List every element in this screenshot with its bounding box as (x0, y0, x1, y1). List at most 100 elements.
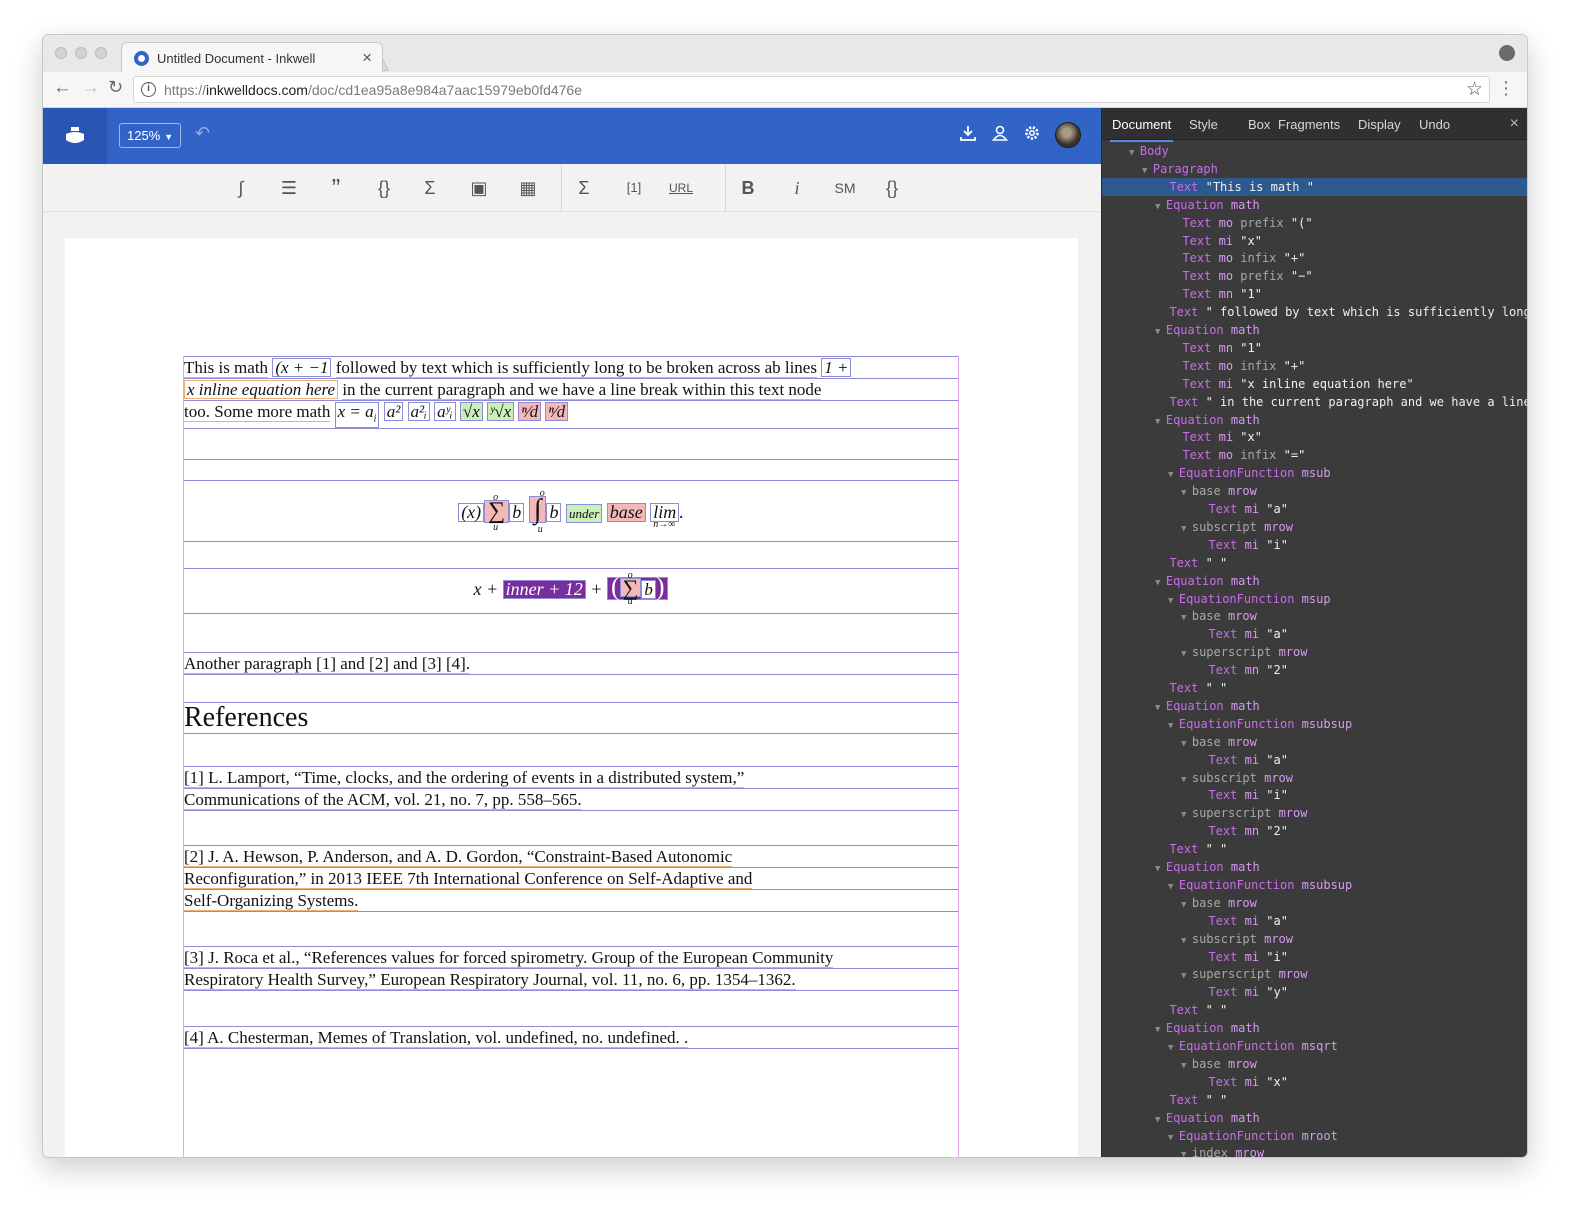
italic-tool-button[interactable]: i (787, 176, 807, 200)
inline-equation[interactable]: ʸ√x (487, 402, 515, 421)
quote-tool-button[interactable]: ” (325, 175, 347, 201)
expand-arrow-icon[interactable]: ▼ (1181, 1150, 1192, 1157)
text-run[interactable]: in the current paragraph and we have a l… (342, 380, 822, 400)
tree-row[interactable]: ▼ Equation math (1102, 196, 1527, 214)
tree-row[interactable]: ▼ base mrow (1102, 894, 1527, 912)
inline-equation[interactable]: aʸᵢ (434, 402, 456, 421)
expand-arrow-icon[interactable]: ▼ (1181, 1061, 1192, 1071)
paragraph-line[interactable]: too. Some more math x = ai a² a²ᵢ aʸᵢ √x… (184, 400, 958, 430)
expand-arrow-icon[interactable]: ▼ (1155, 703, 1166, 713)
inline-equation[interactable]: √x (459, 402, 483, 421)
tree-row[interactable]: ▼ subscript mrow (1102, 769, 1527, 787)
tree-row[interactable]: Text mi "i" (1102, 786, 1527, 804)
text-run[interactable]: Another paragraph [1] and [2] and [3] [4… (184, 654, 471, 674)
expand-arrow-icon[interactable]: ▼ (1181, 900, 1192, 910)
tree-row[interactable]: ▼ base mrow (1102, 733, 1527, 751)
tree-row[interactable]: Text mo infix "=" (1102, 446, 1527, 464)
tree-row[interactable]: ▼ EquationFunction msubsup (1102, 715, 1527, 733)
tree-row[interactable]: Text mi "a" (1102, 751, 1527, 769)
tab-style[interactable]: Style (1189, 117, 1218, 132)
tree-row[interactable]: ▼ Equation math (1102, 697, 1527, 715)
inline-equation[interactable]: ⁿ⁄d (518, 402, 542, 421)
bold-tool-button[interactable]: B (738, 176, 758, 200)
browser-tab[interactable]: Untitled Document - Inkwell × (121, 42, 383, 73)
bookmark-star-icon[interactable]: ☆ (1466, 78, 1483, 101)
tree-row[interactable]: ▼ Equation math (1102, 411, 1527, 429)
math-group[interactable]: b (546, 503, 562, 522)
document-tree[interactable]: ▼ Body ▼ Paragraph Text "This is math " … (1102, 142, 1527, 1157)
text-run[interactable]: [4] A. Chesterman, Memes of Translation,… (184, 1028, 689, 1048)
inline-equation[interactable]: 1 + (821, 358, 852, 377)
tree-row[interactable]: Text mn "1" (1102, 285, 1527, 303)
tree-row[interactable]: Text mi "a" (1102, 500, 1527, 518)
tree-row[interactable]: ▼ EquationFunction msub (1102, 464, 1527, 482)
tree-row[interactable]: ▼ Paragraph (1102, 160, 1527, 178)
expand-arrow-icon[interactable]: ▼ (1155, 417, 1166, 427)
integral-operator[interactable]: o ∫ u (528, 488, 547, 535)
reference-line[interactable]: Communications of the ACM, vol. 21, no. … (184, 788, 958, 811)
tree-row[interactable]: ▼ base mrow (1102, 607, 1527, 625)
tree-row[interactable]: ▼ EquationFunction msqrt (1102, 1037, 1527, 1055)
reference-line[interactable]: Respiratory Health Survey,” European Res… (184, 968, 958, 991)
zoom-dropdown[interactable]: 125% ▼ (119, 123, 181, 148)
tree-row[interactable]: Text mi "x" (1102, 1073, 1527, 1091)
tree-row[interactable]: ▼ Equation math (1102, 1019, 1527, 1037)
expand-arrow-icon[interactable]: ▼ (1155, 1025, 1166, 1035)
expand-arrow-icon[interactable]: ▼ (1168, 1043, 1179, 1053)
expand-arrow-icon[interactable]: ▼ (1129, 148, 1140, 158)
inline-equation[interactable]: a² (383, 402, 404, 421)
reference-line[interactable]: Self-Organizing Systems. (184, 889, 958, 912)
tree-row[interactable]: ▼ subscript mrow (1102, 518, 1527, 536)
text-run[interactable]: too. Some more math (184, 402, 331, 422)
text-run[interactable]: [1] L. Lamport, “Time, clocks, and the o… (184, 768, 745, 788)
download-icon[interactable] (957, 124, 979, 146)
tree-row[interactable]: Text mo infix "+" (1102, 357, 1527, 375)
expand-arrow-icon[interactable]: ▼ (1168, 470, 1179, 480)
site-info-icon[interactable]: i (141, 82, 156, 97)
paragraph-line[interactable]: This is math (x + −1 followed by text wh… (184, 356, 958, 379)
tree-row[interactable]: ▼ superscript mrow (1102, 643, 1527, 661)
tree-row[interactable]: Text mi "i" (1102, 948, 1527, 966)
tree-row[interactable]: ▼ superscript mrow (1102, 965, 1527, 983)
close-window-icon[interactable] (55, 47, 67, 59)
tree-row[interactable]: Text mi "a" (1102, 625, 1527, 643)
list-tool-button[interactable]: ☰ (277, 176, 301, 200)
tab-box[interactable]: Box (1248, 117, 1270, 132)
math-group[interactable]: x + (474, 579, 499, 599)
expand-arrow-icon[interactable]: ▼ (1181, 613, 1192, 623)
tree-row[interactable]: Text mn "2" (1102, 661, 1527, 679)
tree-row[interactable]: ▼ Equation math (1102, 858, 1527, 876)
expand-arrow-icon[interactable]: ▼ (1181, 775, 1192, 785)
expand-arrow-icon[interactable]: ▼ (1168, 882, 1179, 892)
sigma-tool-button[interactable]: Σ (419, 176, 441, 200)
expand-arrow-icon[interactable]: ▼ (1142, 166, 1153, 176)
expand-arrow-icon[interactable]: ▼ (1155, 578, 1166, 588)
text-run[interactable]: This is math (184, 358, 269, 378)
user-icon[interactable] (989, 124, 1011, 146)
inline-equation[interactable]: x inline equation here (184, 380, 339, 399)
text-run[interactable]: Respiratory Health Survey,” European Res… (184, 970, 796, 990)
expand-arrow-icon[interactable]: ▼ (1181, 488, 1192, 498)
minimize-window-icon[interactable] (75, 47, 87, 59)
expand-arrow-icon[interactable]: ▼ (1155, 202, 1166, 212)
tree-row[interactable]: Text mo prefix "−" (1102, 267, 1527, 285)
tree-row[interactable]: Text mo infix "+" (1102, 249, 1527, 267)
close-icon[interactable]: × (1510, 115, 1519, 133)
sigma-tool-button-2[interactable]: Σ (573, 176, 595, 200)
browser-menu-icon[interactable]: ⋮ (1497, 78, 1515, 99)
expand-arrow-icon[interactable]: ▼ (1181, 936, 1192, 946)
table-tool-button[interactable]: ▦ (516, 176, 540, 200)
tree-row[interactable]: ▼ Equation math (1102, 321, 1527, 339)
tree-row[interactable]: Text mi "i" (1102, 536, 1527, 554)
inline-equation[interactable]: x = ai (334, 402, 380, 429)
code-tool-button[interactable]: {} (879, 176, 905, 200)
fenced-group[interactable]: (o ∑ u b) (606, 570, 669, 607)
tree-row[interactable]: ▼ superscript mrow (1102, 804, 1527, 822)
expand-arrow-icon[interactable]: ▼ (1168, 596, 1179, 606)
base-group[interactable]: base (606, 503, 646, 522)
tree-row[interactable]: Text mi "a" (1102, 912, 1527, 930)
text-run[interactable]: followed by text which is sufficiently l… (335, 358, 817, 378)
inline-equation[interactable]: ⁿ⁄d (545, 402, 569, 421)
integral-tool-button[interactable]: ∫ (230, 176, 252, 200)
text-run[interactable]: Self-Organizing Systems. (184, 891, 359, 911)
